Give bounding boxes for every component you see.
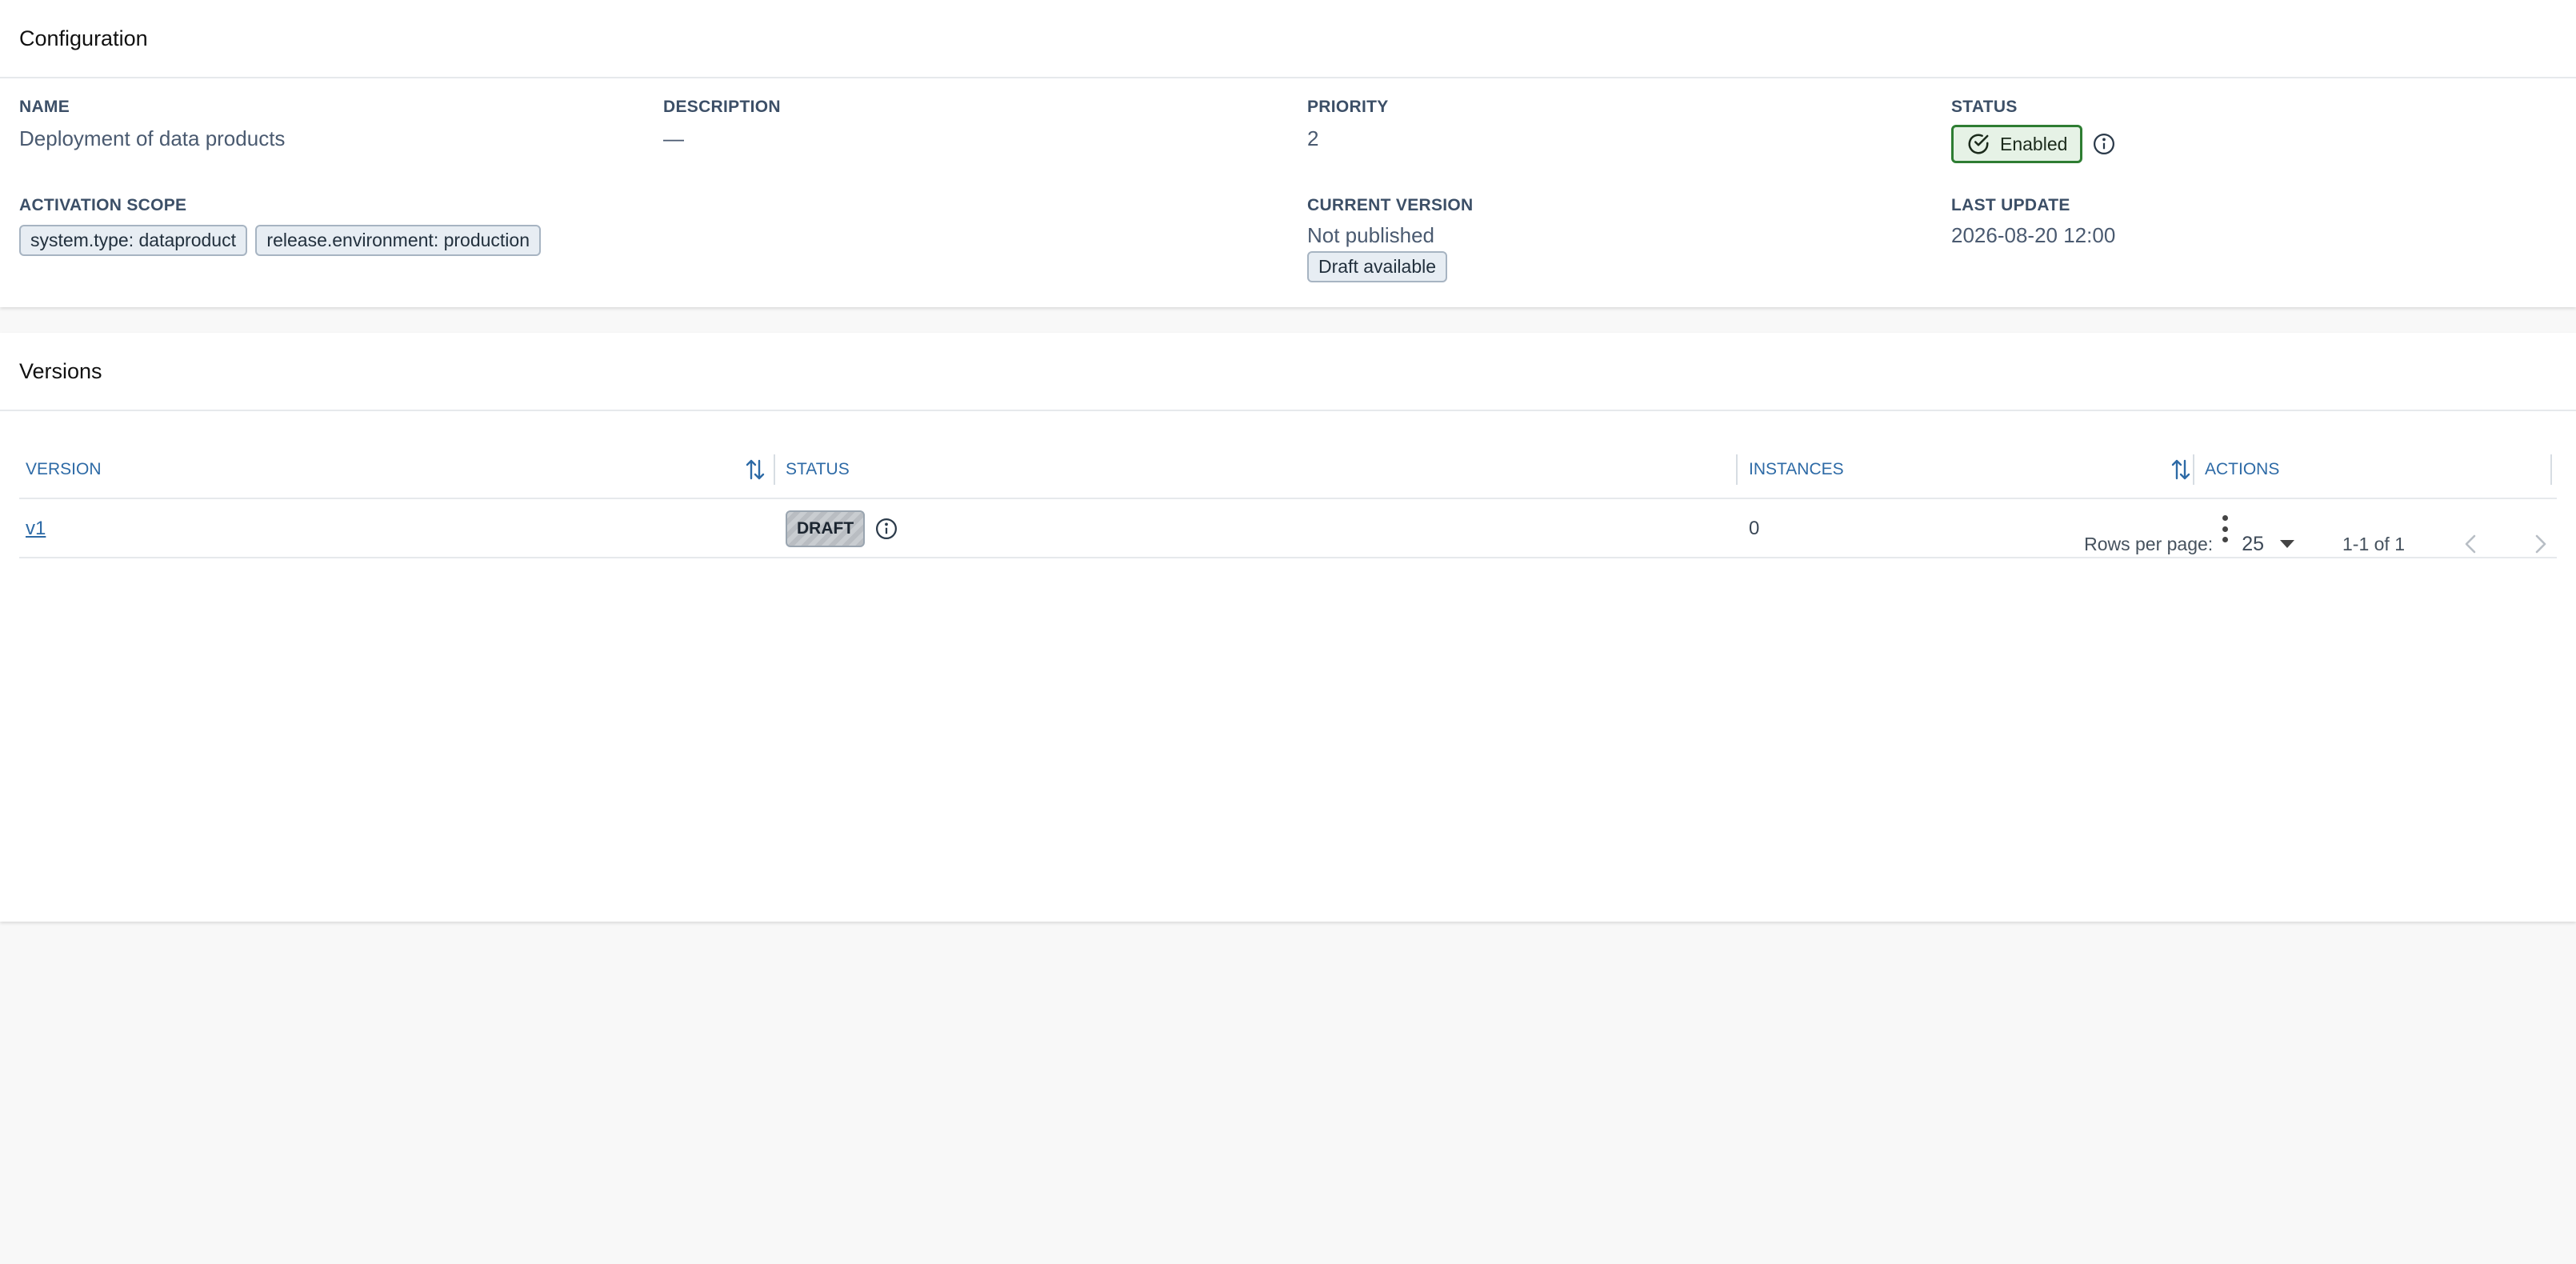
column-separator[interactable] <box>1736 454 1738 485</box>
scope-chip: system.type: dataproduct <box>19 225 247 256</box>
caret-down-icon <box>2280 540 2294 548</box>
rows-per-page-value: 25 <box>2242 532 2264 555</box>
chevron-left-icon <box>2465 534 2476 554</box>
last-update-label: LAST UPDATE <box>1951 196 2070 214</box>
status-cell: DRAFT <box>786 499 898 558</box>
version-link[interactable]: v1 <box>26 518 46 540</box>
next-page-button[interactable] <box>2525 528 2557 560</box>
current-version-field: CURRENT VERSION Not published Draft avai… <box>1307 196 1474 282</box>
description-value: — <box>663 126 684 150</box>
previous-page-button[interactable] <box>2454 528 2486 560</box>
name-label: NAME <box>19 98 70 116</box>
name-field: NAME Deployment of data products <box>19 98 285 151</box>
activation-scope-chips: system.type: dataproduct release.environ… <box>19 225 546 256</box>
current-version-value: Not published <box>1307 223 1434 247</box>
instances-cell: 0 <box>1749 518 1760 539</box>
column-separator[interactable] <box>2193 454 2194 485</box>
scope-chip: release.environment: production <box>255 225 542 256</box>
priority-label: PRIORITY <box>1307 98 1389 116</box>
versions-card: Versions VERSION STATUS INSTANCES ACTION… <box>0 333 2576 922</box>
current-version-label: CURRENT VERSION <box>1307 196 1474 214</box>
column-header-actions: ACTIONS <box>2205 460 2280 478</box>
enabled-badge-label: Enabled <box>2000 133 2068 154</box>
column-separator[interactable] <box>2550 454 2552 485</box>
column-separator[interactable] <box>774 454 775 485</box>
table-header: VERSION STATUS INSTANCES ACTIONS <box>19 440 2557 499</box>
last-update-value: 2026-08-20 12:00 <box>1951 223 2116 247</box>
status-label: STATUS <box>1951 98 2018 116</box>
info-icon[interactable] <box>2092 132 2116 156</box>
sort-icon[interactable] <box>744 458 766 482</box>
activation-scope-label: ACTIVATION SCOPE <box>19 196 187 214</box>
pagination: Rows per page: 25 1-1 of 1 <box>2084 518 2557 570</box>
chevron-right-icon <box>2535 534 2546 554</box>
activation-scope-field: ACTIVATION SCOPE system.type: dataproduc… <box>19 196 546 256</box>
status-field: STATUS Enabled <box>1951 98 2116 163</box>
last-update-field: LAST UPDATE 2026-08-20 12:00 <box>1951 196 2115 248</box>
name-value: Deployment of data products <box>19 126 286 150</box>
column-header-status[interactable]: STATUS <box>786 440 850 499</box>
version-cell: v1 <box>26 499 46 558</box>
rows-per-page-label: Rows per page: <box>2084 533 2214 554</box>
configuration-card: Configuration NAME Deployment of data pr… <box>0 0 2576 307</box>
priority-field: PRIORITY 2 <box>1307 98 1389 151</box>
sort-icon[interactable] <box>2170 458 2192 482</box>
draft-available-badge: Draft available <box>1307 251 1448 282</box>
pagination-range: 1-1 of 1 <box>2342 533 2405 554</box>
column-header-instances[interactable]: INSTANCES <box>1749 440 1844 499</box>
rows-per-page-select[interactable]: 25 <box>2242 533 2294 556</box>
configuration-title: Configuration <box>0 0 2576 78</box>
description-label: DESCRIPTION <box>663 98 781 116</box>
draft-status-badge: DRAFT <box>786 510 866 547</box>
versions-title: Versions <box>0 333 2576 411</box>
column-header-version[interactable]: VERSION <box>26 440 102 499</box>
info-icon[interactable] <box>874 517 898 541</box>
enabled-badge: Enabled <box>1951 125 2083 163</box>
description-field: DESCRIPTION — <box>663 98 781 151</box>
priority-value: 2 <box>1307 126 1319 150</box>
check-circle-icon <box>1966 132 1990 156</box>
